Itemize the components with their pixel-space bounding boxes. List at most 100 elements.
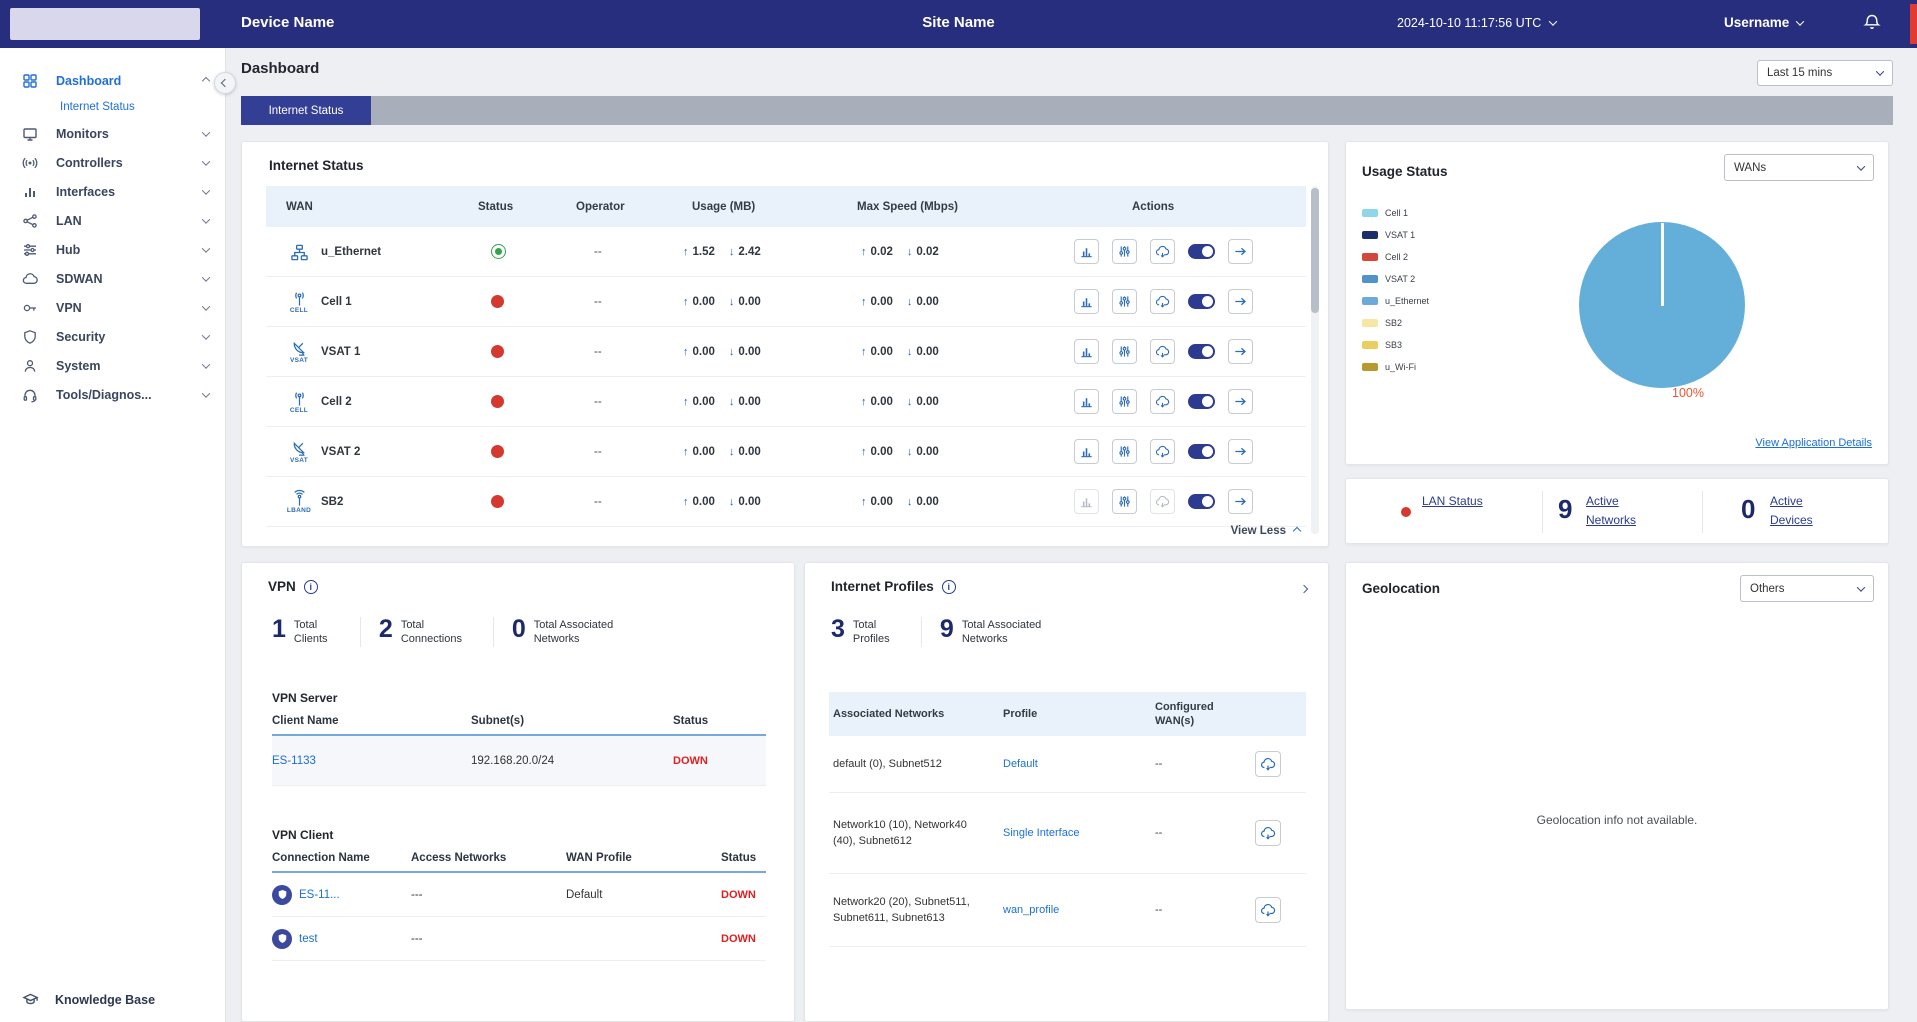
active-networks-link[interactable]: Active Networks [1586,492,1658,529]
sidebar-item-monitors[interactable]: Monitors [0,119,225,148]
connection-name-link[interactable]: ES-11... [299,889,340,901]
table-scrollbar-thumb[interactable] [1311,188,1319,313]
notifications-bell-icon[interactable] [1862,13,1882,33]
profile-cloud-sync-button[interactable] [1255,751,1281,777]
legend-item[interactable]: u_Ethernet [1362,290,1429,312]
legend-item[interactable]: SB3 [1362,334,1429,356]
wan-tune-button[interactable] [1112,439,1137,464]
sidebar-collapse-button[interactable] [214,72,236,94]
wan-chart-button[interactable] [1074,339,1099,364]
wan-cloud-sync-button[interactable] [1150,239,1175,264]
sidebar-item-label: Dashboard [56,73,122,88]
tab-internet-status[interactable]: Internet Status [241,96,371,125]
legend-item[interactable]: Cell 2 [1362,246,1429,268]
speed-down-value: 0.00 [916,395,939,408]
wan-details-button[interactable] [1228,239,1253,264]
wan-chart-button[interactable] [1074,439,1099,464]
view-less-toggle[interactable]: View Less [1231,525,1302,537]
upload-arrow-icon [861,446,867,458]
profile-link[interactable]: wan_profile [1003,902,1059,919]
col-configured-wans-header: Configured WAN(s) [1155,700,1214,727]
wan-tune-button[interactable] [1112,239,1137,264]
wan-details-button[interactable] [1228,489,1253,514]
usage-up-value: 0.00 [692,445,715,458]
sidebar-item-system[interactable]: System [0,351,225,380]
wan-cloud-sync-button[interactable] [1150,339,1175,364]
wan-details-button[interactable] [1228,289,1253,314]
sidebar-item-lan[interactable]: LAN [0,206,225,235]
sidebar-item-hub[interactable]: Hub [0,235,225,264]
col-usage-header: Usage (MB) [692,200,756,213]
geolocation-filter-select[interactable]: Others [1740,575,1874,602]
usage-down-value: 0.00 [738,445,761,458]
active-devices-link[interactable]: Active Devices [1770,492,1832,529]
profile-cloud-sync-button[interactable] [1255,820,1281,846]
topbar-right-accent [1910,4,1917,44]
stat-label: Total Profiles [852,619,890,646]
profile-link[interactable]: Single Interface [1003,825,1079,842]
wan-enable-toggle[interactable] [1188,444,1215,459]
view-application-details-link[interactable]: View Application Details [1755,437,1872,449]
wan-enable-toggle[interactable] [1188,394,1215,409]
user-menu[interactable]: Username [1724,15,1805,30]
sidebar-item-dashboard[interactable]: Dashboard [0,66,225,95]
profiles-next-button[interactable] [1294,579,1314,599]
profile-link[interactable]: Default [1003,756,1038,773]
wan-enable-toggle[interactable] [1188,294,1215,309]
wan-chart-button[interactable] [1074,489,1099,514]
geolocation-empty-message: Geolocation info not available. [1536,813,1698,827]
col-status-header: Status [673,715,709,727]
pie-slice-divider [1661,223,1664,306]
sidebar-item-sdwan[interactable]: SDWAN [0,264,225,293]
connection-name-link[interactable]: test [299,933,318,945]
legend-item[interactable]: VSAT 2 [1362,268,1429,290]
legend-label: u_Wi-Fi [1385,362,1416,372]
wan-chart-button[interactable] [1074,289,1099,314]
wan-details-button[interactable] [1228,389,1253,414]
lan-status-link[interactable]: LAN Status [1422,492,1484,511]
sidebar-item-tools-diagnostics[interactable]: Tools/Diagnos... [0,380,225,409]
knowledge-base-link[interactable]: Knowledge Base [0,991,225,1008]
wan-chart-button[interactable] [1074,239,1099,264]
sidebar-item-vpn[interactable]: VPN [0,293,225,322]
shield-icon [22,329,38,345]
profile-cloud-sync-button[interactable] [1255,897,1281,923]
time-range-select[interactable]: Last 15 mins [1757,60,1893,86]
legend-item[interactable]: VSAT 1 [1362,224,1429,246]
wan-tune-button[interactable] [1112,339,1137,364]
wan-enable-toggle[interactable] [1188,494,1215,509]
legend-item[interactable]: u_Wi-Fi [1362,356,1429,378]
wan-tune-button[interactable] [1112,389,1137,414]
wan-details-button[interactable] [1228,339,1253,364]
wan-details-button[interactable] [1228,439,1253,464]
legend-item[interactable]: Cell 1 [1362,202,1429,224]
sidebar-item-internet-status[interactable]: Internet Status [0,95,225,119]
wan-enable-toggle[interactable] [1188,244,1215,259]
download-arrow-icon [729,496,735,508]
wan-tune-button[interactable] [1112,289,1137,314]
col-connection-name-header: Connection Name [272,852,370,864]
wan-tune-button[interactable] [1112,489,1137,514]
datetime-dropdown[interactable]: 2024-10-10 11:17:56 UTC [1397,16,1558,30]
wan-cloud-sync-button[interactable] [1150,489,1175,514]
usage-filter-select[interactable]: WANs [1724,154,1874,181]
info-icon[interactable] [941,579,956,594]
usage-up-value: 0.00 [692,395,715,408]
wan-enable-toggle[interactable] [1188,344,1215,359]
wan-cloud-sync-button[interactable] [1150,439,1175,464]
wan-chart-button[interactable] [1074,389,1099,414]
info-icon[interactable] [303,579,318,594]
wan-cloud-sync-button[interactable] [1150,289,1175,314]
sidebar-item-security[interactable]: Security [0,322,225,351]
vsat-dish-icon: VSAT [286,439,312,464]
associated-networks-value: default (0), Subnet512 [833,757,942,770]
col-status-header: Status [721,852,757,864]
table-scrollbar[interactable] [1311,186,1319,534]
legend-item[interactable]: SB2 [1362,312,1429,334]
wan-cloud-sync-button[interactable] [1150,389,1175,414]
sidebar-item-controllers[interactable]: Controllers [0,148,225,177]
vpn-client-name-link[interactable]: ES-1133 [272,755,316,767]
datetime-text: 2024-10-10 11:17:56 UTC [1397,16,1542,30]
wan-table: WAN Status Operator Usage (MB) Max Speed… [266,186,1306,527]
sidebar-item-interfaces[interactable]: Interfaces [0,177,225,206]
